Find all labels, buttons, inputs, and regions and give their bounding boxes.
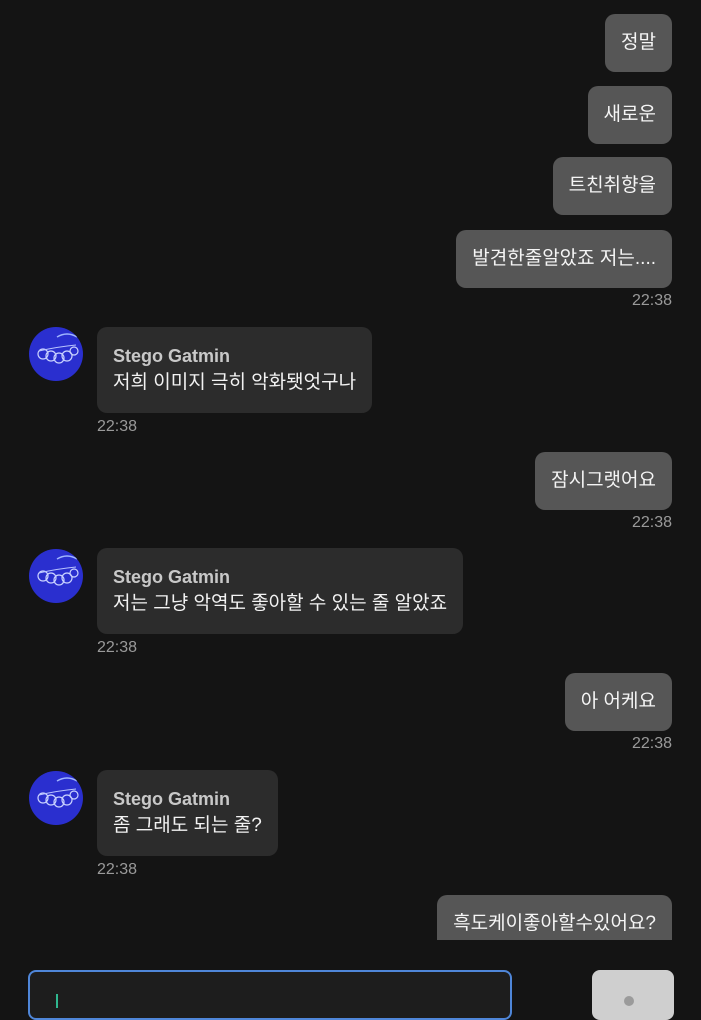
outgoing-message[interactable]: 새로운 [587, 86, 672, 144]
message-timestamp: 22:38 [631, 735, 672, 752]
blue-doodle-avatar-icon [37, 777, 79, 808]
send-icon [624, 996, 634, 1006]
incoming-message[interactable]: Stego Gatmin 좀 그래도 되는 줄? [97, 770, 278, 856]
message-timestamp: 22:38 [97, 861, 138, 878]
outgoing-message[interactable]: 잠시그랫어요 [535, 452, 672, 510]
message-sender-name: Stego Gatmin [113, 346, 231, 366]
message-sender-name: Stego Gatmin [113, 567, 231, 587]
outgoing-message[interactable]: 발견한줄알았죠 저는.... [456, 230, 672, 288]
text-caret [56, 994, 58, 1008]
message-composer [0, 940, 701, 1020]
avatar[interactable] [29, 771, 83, 825]
message-text: 저는 그냥 악역도 좋아할 수 있는 줄 알았죠 [113, 593, 448, 614]
avatar[interactable] [29, 549, 83, 603]
avatar[interactable] [29, 327, 83, 381]
message-timestamp: 22:38 [631, 292, 672, 309]
message-timestamp: 22:38 [97, 639, 138, 656]
message-timestamp: 22:38 [97, 418, 138, 435]
incoming-message[interactable]: Stego Gatmin 저는 그냥 악역도 좋아할 수 있는 줄 알았죠 [97, 548, 464, 634]
blue-doodle-avatar-icon [37, 555, 79, 586]
message-text: 좀 그래도 되는 줄? [113, 815, 262, 836]
message-input[interactable] [28, 970, 512, 1020]
blue-doodle-avatar-icon [37, 333, 79, 364]
outgoing-message[interactable]: 아 어케요 [564, 673, 672, 731]
message-sender-name: Stego Gatmin [113, 789, 231, 809]
message-text: 저희 이미지 극히 악화됏엇구나 [113, 372, 357, 393]
outgoing-message[interactable]: 흑도케이좋아할수있어요? [437, 895, 672, 940]
message-timestamp: 22:38 [631, 514, 672, 531]
outgoing-message[interactable]: 트친취향을 [552, 157, 672, 215]
send-button[interactable] [592, 970, 674, 1020]
outgoing-message[interactable]: 정말 [605, 14, 672, 72]
incoming-message[interactable]: Stego Gatmin 저희 이미지 극히 악화됏엇구나 [97, 327, 373, 413]
chat-message-list[interactable]: 정말 새로운 트친취향을 발견한줄알았죠 저는.... 22:38 Stego … [0, 0, 701, 940]
